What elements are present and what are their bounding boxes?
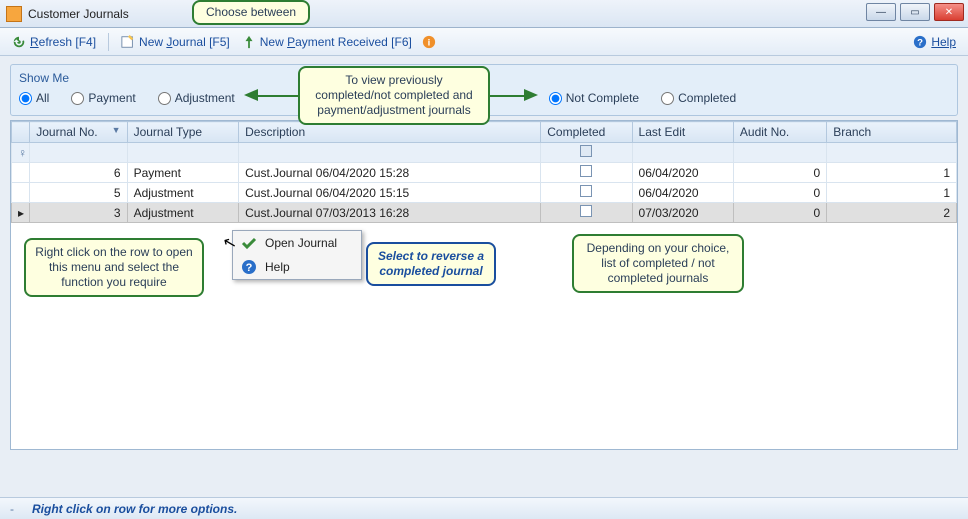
new-journal-button[interactable]: New Journal [F5] — [117, 33, 234, 51]
callout-rclick: Right click on the row to open this menu… — [24, 238, 204, 297]
new-payment-button[interactable]: New Payment Received [F6] — [238, 33, 416, 51]
close-button[interactable]: ✕ — [934, 3, 964, 21]
radio-completed[interactable]: Completed — [661, 91, 736, 105]
table-row[interactable]: 5 Adjustment Cust.Journal 06/04/2020 15:… — [12, 183, 957, 203]
row-marker-header — [12, 122, 30, 143]
sort-desc-icon: ▼ — [112, 125, 121, 135]
filter-completed-checkbox[interactable] — [580, 145, 592, 157]
status-dash: - — [10, 502, 14, 516]
status-bar: - Right click on row for more options. — [0, 497, 968, 519]
filter-icon: ♀ — [12, 143, 30, 163]
col-last-edit[interactable]: Last Edit — [632, 122, 733, 143]
help-label: Help — [931, 35, 956, 49]
context-menu: Open Journal ? Help — [232, 230, 362, 280]
new-journal-icon — [121, 35, 135, 49]
table-row[interactable]: 6 Payment Cust.Journal 06/04/2020 15:28 … — [12, 163, 957, 183]
svg-text:?: ? — [917, 37, 923, 48]
svg-text:?: ? — [246, 262, 253, 274]
refresh-icon — [12, 35, 26, 49]
toolbar: RRefresh [F4]efresh [F4] New Journal [F5… — [0, 28, 968, 56]
window-controls: — ▭ ✕ — [866, 3, 964, 21]
ctx-open-journal[interactable]: Open Journal — [233, 231, 361, 255]
callout-select: Select to reverse a completed journal — [366, 242, 496, 286]
radio-payment[interactable]: Payment — [71, 91, 135, 105]
maximize-button[interactable]: ▭ — [900, 3, 930, 21]
info-icon: i — [422, 35, 436, 49]
new-payment-icon — [242, 35, 256, 49]
minimize-button[interactable]: — — [866, 3, 896, 21]
separator — [108, 33, 109, 51]
radio-adjustment[interactable]: Adjustment — [158, 91, 235, 105]
open-journal-icon — [241, 235, 257, 251]
help-icon: ? — [241, 259, 257, 275]
col-journal-no[interactable]: Journal No.▼ — [30, 122, 127, 143]
current-row-indicator: ▸ — [12, 203, 30, 223]
radio-not-complete[interactable]: Not Complete — [549, 91, 639, 105]
col-branch[interactable]: Branch — [827, 122, 957, 143]
svg-text:i: i — [427, 37, 430, 48]
status-hint: Right click on row for more options. — [32, 502, 237, 516]
completed-checkbox[interactable] — [580, 165, 592, 177]
help-icon: ? — [913, 35, 927, 49]
col-journal-type[interactable]: Journal Type — [127, 122, 239, 143]
completed-checkbox[interactable] — [580, 205, 592, 217]
window-title: Customer Journals — [28, 7, 129, 21]
callout-choose: Choose between — [192, 0, 310, 25]
help-button[interactable]: ? Help — [909, 33, 960, 51]
col-completed[interactable]: Completed — [541, 122, 632, 143]
radio-all[interactable]: All — [19, 91, 49, 105]
titlebar: Customer Journals — ▭ ✕ — [0, 0, 968, 28]
filter-row[interactable]: ♀ — [12, 143, 957, 163]
col-audit-no[interactable]: Audit No. — [733, 122, 826, 143]
app-icon — [6, 6, 22, 22]
table-row-selected[interactable]: ▸ 3 Adjustment Cust.Journal 07/03/2013 1… — [12, 203, 957, 223]
callout-view: To view previously completed/not complet… — [298, 66, 490, 125]
refresh-button[interactable]: RRefresh [F4]efresh [F4] — [8, 33, 100, 51]
ctx-help[interactable]: ? Help — [233, 255, 361, 279]
completed-checkbox[interactable] — [580, 185, 592, 197]
callout-depend: Depending on your choice, list of comple… — [572, 234, 744, 293]
